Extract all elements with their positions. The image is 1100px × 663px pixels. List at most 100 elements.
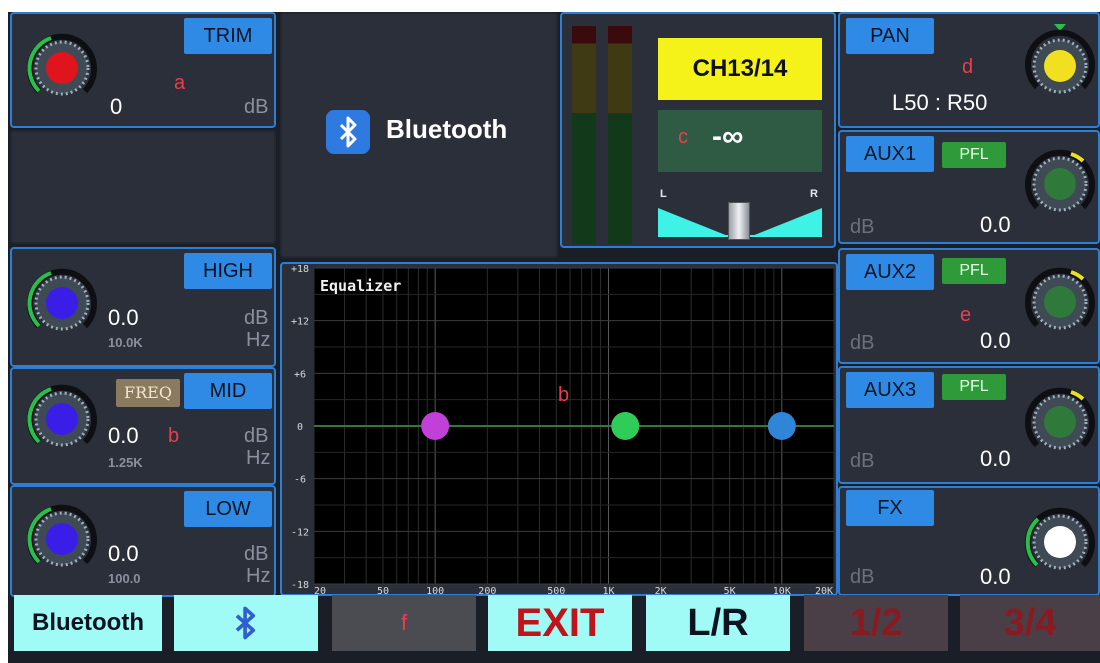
eq-low-value: 0.0 bbox=[108, 541, 139, 566]
eq-mid-annotation: b bbox=[168, 425, 180, 447]
trim-knob[interactable] bbox=[22, 28, 102, 108]
equalizer-x-tick-label: 10K bbox=[773, 586, 791, 594]
mid-band-point[interactable] bbox=[611, 412, 640, 440]
trim-annotation: a bbox=[174, 72, 186, 94]
eq-mid-knob[interactable] bbox=[22, 379, 102, 459]
eq-mid-label: MID bbox=[184, 373, 272, 409]
aux1-unit: dB bbox=[850, 216, 875, 238]
equalizer-x-tick-label: 100 bbox=[426, 586, 444, 594]
channel-panel[interactable]: CH13/14 c -∞ L R bbox=[560, 12, 836, 248]
eq-mid-unit-db: dB bbox=[244, 425, 269, 447]
source-name: Bluetooth bbox=[386, 114, 508, 144]
equalizer-y-tick-label: -12 bbox=[291, 527, 309, 538]
aux3-label: AUX3 bbox=[846, 372, 934, 408]
equalizer-x-tick-label: 20 bbox=[314, 586, 326, 594]
level-meter-left bbox=[572, 26, 596, 244]
channel-level: c -∞ bbox=[658, 110, 822, 172]
eq-mid-freq: 1.25K bbox=[108, 455, 143, 470]
bluetooth-icon bbox=[326, 110, 370, 154]
equalizer-y-tick-label: +6 bbox=[294, 369, 306, 380]
aux3-knob[interactable] bbox=[1020, 382, 1100, 462]
bluetooth-source-button[interactable]: Bluetooth bbox=[14, 595, 162, 651]
aux3-value: 0.0 bbox=[980, 446, 1011, 471]
trim-knob-cap bbox=[46, 52, 78, 84]
fx-panel[interactable]: FX dB 0.0 bbox=[838, 486, 1100, 596]
trim-value: 0 bbox=[110, 94, 123, 119]
high-band-point[interactable] bbox=[767, 412, 796, 440]
aux3-pfl-button[interactable]: PFL bbox=[942, 374, 1006, 400]
aux2-pfl-button[interactable]: PFL bbox=[942, 258, 1006, 284]
equalizer-x-tick-label: 200 bbox=[478, 586, 496, 594]
equalizer-x-tick-label: 2K bbox=[655, 586, 667, 594]
bluetooth-footer-icon bbox=[235, 606, 256, 640]
footer-annotation: f bbox=[400, 610, 408, 635]
eq-low-freq: 100.0 bbox=[108, 571, 141, 586]
page-1-2-button[interactable]: 1/2 bbox=[804, 595, 948, 651]
equalizer-title: Equalizer bbox=[320, 277, 402, 295]
pan-label: PAN bbox=[846, 18, 934, 54]
pan-annotation: d bbox=[962, 56, 974, 78]
equalizer-x-tick-label: 5K bbox=[724, 586, 736, 594]
eq-high-panel[interactable]: HIGH 0.0 10.0K dB Hz bbox=[10, 247, 276, 367]
empty-panel bbox=[10, 130, 276, 244]
fx-knob[interactable] bbox=[1020, 502, 1100, 582]
exit-button[interactable]: EXIT bbox=[488, 595, 632, 651]
eq-high-knob[interactable] bbox=[22, 263, 102, 343]
fx-label: FX bbox=[846, 490, 934, 526]
eq-mid-panel[interactable]: FREQ MID 0.0 b 1.25K dB Hz bbox=[10, 367, 276, 485]
equalizer-x-tick-label: 1K bbox=[602, 586, 614, 594]
channel-annotation: c bbox=[678, 126, 688, 148]
lr-button[interactable]: L/R bbox=[646, 595, 790, 651]
aux2-value: 0.0 bbox=[980, 328, 1011, 353]
equalizer-y-tick-label: +12 bbox=[291, 317, 309, 328]
aux2-annotation: e bbox=[960, 304, 972, 326]
equalizer-annotation: b bbox=[558, 384, 570, 406]
eq-high-value: 0.0 bbox=[108, 305, 139, 330]
balance-fader-handle[interactable] bbox=[728, 202, 750, 240]
balance-control[interactable]: L R bbox=[658, 188, 822, 240]
page-3-4-button[interactable]: 3/4 bbox=[960, 595, 1100, 651]
equalizer-x-tick-label: 20K bbox=[815, 586, 833, 594]
equalizer-x-tick-label: 500 bbox=[547, 586, 565, 594]
aux3-panel[interactable]: AUX3 PFL dB 0.0 bbox=[838, 366, 1100, 484]
aux1-knob[interactable] bbox=[1020, 144, 1100, 224]
aux1-label: AUX1 bbox=[846, 136, 934, 172]
bluetooth-button[interactable] bbox=[174, 595, 318, 651]
freq-toggle-button[interactable]: FREQ bbox=[116, 379, 180, 407]
pan-knob-cap bbox=[1044, 50, 1076, 82]
aux2-knob[interactable] bbox=[1020, 262, 1100, 342]
blank-footer-button[interactable]: f bbox=[332, 595, 476, 651]
eq-low-label: LOW bbox=[184, 491, 272, 527]
pan-value: L50 : R50 bbox=[892, 90, 988, 115]
equalizer-panel[interactable]: +18 +12 +6 0 -6 -12 -18 20 50 100 200 500 1K 2K 5K 10K 2… bbox=[280, 262, 838, 596]
aux3-unit: dB bbox=[850, 450, 875, 472]
pan-panel[interactable]: PAN d L50 : R50 bbox=[838, 12, 1100, 128]
eq-low-knob[interactable] bbox=[22, 499, 102, 579]
trim-label: TRIM bbox=[184, 18, 272, 54]
aux2-unit: dB bbox=[850, 332, 875, 354]
trim-panel[interactable]: TRIM a 0 dB bbox=[10, 12, 276, 128]
eq-high-unit-db: dB bbox=[244, 307, 269, 329]
eq-high-freq: 10.0K bbox=[108, 335, 143, 350]
pan-knob[interactable] bbox=[1020, 24, 1100, 104]
aux1-value: 0.0 bbox=[980, 212, 1011, 237]
equalizer-y-tick-label: -6 bbox=[294, 475, 306, 486]
eq-high-label: HIGH bbox=[184, 253, 272, 289]
equalizer-y-tick-label: +18 bbox=[291, 264, 309, 275]
equalizer-y-tick-label: -18 bbox=[291, 580, 309, 591]
low-band-point[interactable] bbox=[421, 412, 450, 440]
equalizer-x-tick-label: 50 bbox=[377, 586, 389, 594]
aux2-label: AUX2 bbox=[846, 254, 934, 290]
eq-high-unit-hz: Hz bbox=[246, 329, 271, 351]
channel-level-value: -∞ bbox=[712, 120, 744, 153]
equalizer-y-tick-label: 0 bbox=[297, 422, 303, 433]
aux1-pfl-button[interactable]: PFL bbox=[942, 142, 1006, 168]
eq-mid-unit-hz: Hz bbox=[246, 447, 271, 469]
equalizer-graph[interactable]: +18 +12 +6 0 -6 -12 -18 20 50 100 200 500 1K 2K 5K 10K 2… bbox=[282, 264, 836, 594]
trim-unit: dB bbox=[244, 96, 269, 118]
aux2-panel[interactable]: AUX2 PFL e dB 0.0 bbox=[838, 248, 1100, 364]
aux1-panel[interactable]: AUX1 PFL dB 0.0 bbox=[838, 130, 1100, 244]
eq-low-unit-db: dB bbox=[244, 543, 269, 565]
channel-name[interactable]: CH13/14 bbox=[658, 38, 822, 100]
eq-low-panel[interactable]: LOW 0.0 100.0 dB Hz bbox=[10, 485, 276, 597]
